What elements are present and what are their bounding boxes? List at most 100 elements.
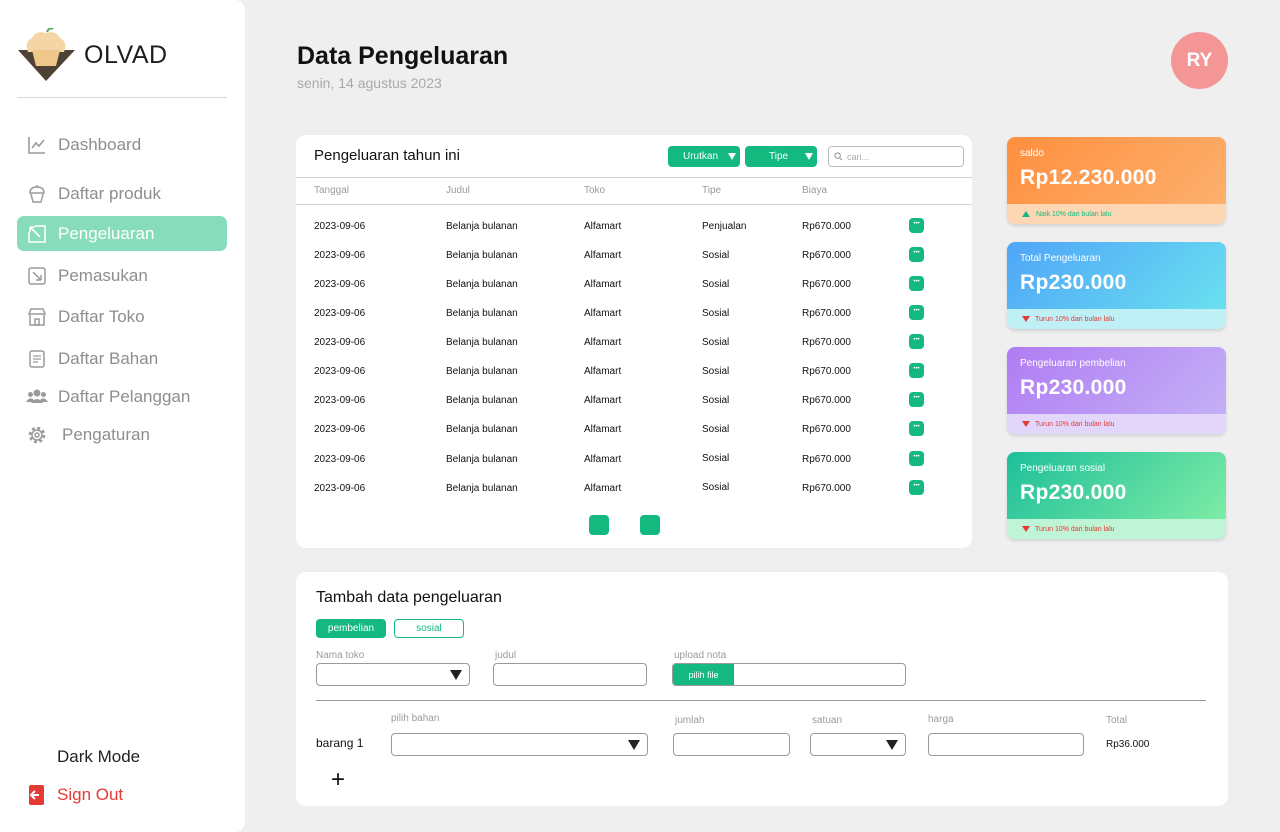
- pagination-next-button[interactable]: [640, 515, 660, 535]
- form-divider: [316, 700, 1206, 701]
- stat-note: Turun 10% dari bulan lalu: [1035, 525, 1115, 533]
- sidebar-item-pengeluaran[interactable]: Pengeluaran: [17, 216, 227, 251]
- cell-tanggal: 2023-09-06: [314, 337, 366, 348]
- sidebar-item-dashboard[interactable]: Dashboard: [17, 127, 227, 162]
- sidebar: OLVAD Dashboard Daftar produk Pengeluara…: [0, 0, 245, 832]
- row-more-icon[interactable]: •••: [909, 218, 924, 233]
- cell-tanggal: 2023-09-06: [314, 454, 366, 465]
- expenses-table-card: Pengeluaran tahun ini Urutkan Tipe Tangg…: [296, 135, 972, 548]
- stat-value: Rp12.230.000: [1020, 166, 1157, 189]
- cell-tanggal: 2023-09-06: [314, 308, 366, 319]
- table-row: 2023-09-06 Belanja bulanan Alfamart Sosial R…: [296, 270, 972, 299]
- cell-biaya: Rp670.000: [802, 221, 851, 232]
- row-more-icon[interactable]: •••: [909, 421, 924, 436]
- store-select[interactable]: [316, 663, 470, 686]
- add-item-button[interactable]: +: [331, 768, 345, 792]
- cell-tanggal: 2023-09-06: [314, 395, 366, 406]
- sidebar-item-label: Daftar Pelanggan: [58, 386, 191, 406]
- dark-mode-toggle[interactable]: Dark Mode: [27, 747, 140, 767]
- sidebar-item-daftar-pelanggan[interactable]: Daftar Pelanggan: [17, 379, 227, 414]
- cell-judul: Belanja bulanan: [446, 308, 518, 319]
- stat-note: Turun 10% dari bulan lalu: [1035, 315, 1115, 323]
- search-icon: [834, 152, 843, 161]
- stat-label: Total Pengeluaran: [1020, 253, 1101, 264]
- table-row: 2023-09-06 Belanja bulanan Alfamart Sosial R…: [296, 357, 972, 386]
- logo-divider: [17, 97, 227, 98]
- row-more-icon[interactable]: •••: [909, 305, 924, 320]
- stat-card-pengeluaran-sosial[interactable]: Pengeluaran sosial Rp230.000 Turun 10% dar…: [1007, 452, 1226, 539]
- stat-card-saldo[interactable]: saldo Rp12.230.000 Naik 10% dari bulan lal…: [1007, 137, 1226, 224]
- chevron-down-icon: [805, 153, 813, 160]
- item-label: barang 1: [316, 736, 364, 750]
- sort-label: Urutkan: [683, 151, 719, 162]
- cell-tipe: Sosial: [702, 366, 730, 377]
- column-header-judul: Judul: [446, 185, 470, 196]
- cell-judul: Belanja bulanan: [446, 454, 518, 465]
- qty-input[interactable]: [673, 733, 790, 756]
- cell-tipe: Sosial: [702, 453, 730, 464]
- stat-trend: Turun 10% dari bulan lalu: [1007, 414, 1226, 434]
- sidebar-item-label: Pengaturan: [62, 424, 150, 444]
- cell-biaya: Rp670.000: [802, 250, 851, 261]
- row-more-icon[interactable]: •••: [909, 247, 924, 262]
- sidebar-item-daftar-toko[interactable]: Daftar Toko: [17, 299, 227, 334]
- cell-judul: Belanja bulanan: [446, 250, 518, 261]
- sidebar-item-daftar-produk[interactable]: Daftar produk: [17, 176, 227, 211]
- row-more-icon[interactable]: •••: [909, 276, 924, 291]
- sidebar-item-label: Daftar Toko: [58, 306, 145, 326]
- stat-card-pengeluaran-pembelian[interactable]: Pengeluaran pembelian Rp230.000 Turun 10% …: [1007, 347, 1226, 434]
- title-input[interactable]: [493, 663, 647, 686]
- stat-card-body: Pengeluaran sosial Rp230.000: [1007, 452, 1226, 519]
- stat-card-body: saldo Rp12.230.000: [1007, 137, 1226, 204]
- tab-sosial[interactable]: sosial: [394, 619, 464, 638]
- row-more-icon[interactable]: •••: [909, 451, 924, 466]
- cell-tipe: Penjualan: [702, 221, 747, 232]
- sidebar-item-pemasukan[interactable]: Pemasukan: [17, 258, 227, 293]
- sidebar-item-pengaturan[interactable]: Pengaturan: [17, 417, 227, 452]
- price-input[interactable]: [928, 733, 1084, 756]
- cupcake-icon: [26, 183, 48, 205]
- stat-card-body: Pengeluaran pembelian Rp230.000: [1007, 347, 1226, 414]
- sidebar-item-label: Pengeluaran: [58, 223, 155, 243]
- sign-out-button[interactable]: Sign Out: [27, 785, 123, 805]
- stat-label: saldo: [1020, 148, 1044, 159]
- search-box: [828, 146, 964, 167]
- trend-down-icon: [1022, 316, 1030, 322]
- row-more-icon[interactable]: •••: [909, 480, 924, 495]
- table-title: Pengeluaran tahun ini: [314, 147, 460, 164]
- type-dropdown[interactable]: Tipe: [745, 146, 817, 167]
- arrow-in-icon: [26, 265, 48, 287]
- form-title: Tambah data pengeluaran: [316, 589, 502, 606]
- cell-tanggal: 2023-09-06: [314, 366, 366, 377]
- pagination-prev-button[interactable]: [589, 515, 609, 535]
- gear-icon: [26, 424, 48, 446]
- row-more-icon[interactable]: •••: [909, 363, 924, 378]
- ingredient-select[interactable]: [391, 733, 648, 756]
- stat-card-total-pengeluaran[interactable]: Total Pengeluaran Rp230.000 Turun 10% dari…: [1007, 242, 1226, 329]
- cell-biaya: Rp670.000: [802, 483, 851, 494]
- table-header-top-divider: [296, 177, 972, 178]
- sidebar-item-daftar-bahan[interactable]: Daftar Bahan: [17, 341, 227, 376]
- stat-note: Naik 10% dari bulan lalu: [1036, 210, 1112, 218]
- cell-tipe: Sosial: [702, 337, 730, 348]
- arrow-out-icon: [26, 223, 48, 245]
- sort-dropdown[interactable]: Urutkan: [668, 146, 740, 167]
- cell-biaya: Rp670.000: [802, 395, 851, 406]
- stat-trend: Turun 10% dari bulan lalu: [1007, 519, 1226, 539]
- logo[interactable]: OLVAD: [18, 28, 168, 82]
- column-header-biaya: Biaya: [802, 185, 828, 196]
- stat-label: Pengeluaran sosial: [1020, 463, 1106, 474]
- cell-judul: Belanja bulanan: [446, 337, 518, 348]
- table-row: 2023-09-06 Belanja bulanan Alfamart Penjual…: [296, 212, 972, 241]
- avatar[interactable]: RY: [1171, 32, 1228, 89]
- table-row: 2023-09-06 Belanja bulanan Alfamart Sosial R…: [296, 241, 972, 270]
- search-input[interactable]: [847, 151, 957, 162]
- stat-label: Pengeluaran pembelian: [1020, 358, 1126, 369]
- unit-select[interactable]: [810, 733, 906, 756]
- row-more-icon[interactable]: •••: [909, 334, 924, 349]
- choose-file-button[interactable]: pilih file: [673, 664, 734, 685]
- cell-judul: Belanja bulanan: [446, 279, 518, 290]
- cell-tanggal: 2023-09-06: [314, 483, 366, 494]
- tab-pembelian[interactable]: pembelian: [316, 619, 386, 638]
- row-more-icon[interactable]: •••: [909, 392, 924, 407]
